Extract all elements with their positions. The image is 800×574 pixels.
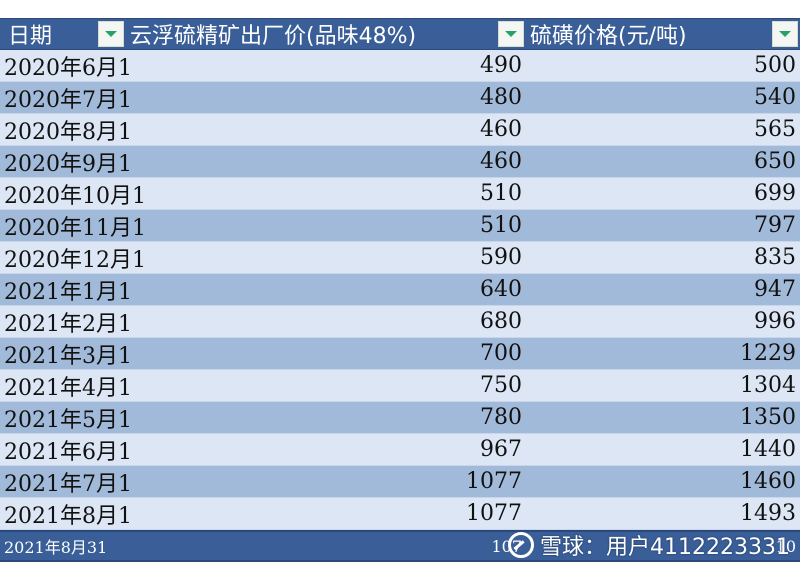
header-date[interactable]: 日期 — [0, 19, 126, 49]
header-sulfur-price[interactable]: 硫磺价格(元/吨) — [526, 19, 800, 49]
table-row[interactable]: 2021年4月1 750 1304 — [0, 370, 800, 402]
cell-date[interactable]: 2021年4月1 — [0, 370, 152, 401]
cell-date[interactable]: 2020年8月1 — [0, 114, 152, 145]
cell-sulfur-price[interactable]: 1350 — [526, 402, 800, 433]
cell-pyrite-price[interactable]: 510 — [152, 178, 526, 209]
header-pyrite-price[interactable]: 云浮硫精矿出厂价(品味48%) — [126, 19, 526, 49]
cell-pyrite-price[interactable]: 680 — [152, 306, 526, 337]
cell-pyrite-price[interactable]: 460 — [152, 146, 526, 177]
table-row[interactable]: 2020年10月1 510 699 — [0, 178, 800, 210]
dropdown-filter-icon[interactable] — [498, 21, 524, 47]
header-row: 日期 云浮硫精矿出厂价(品味48%) 硫磺价格(元/吨) — [0, 18, 800, 50]
table-row[interactable]: 2021年2月1 680 996 — [0, 306, 800, 338]
cell-sulfur-price[interactable]: 835 — [526, 242, 800, 273]
cell-pyrite-price[interactable]: 640 — [152, 274, 526, 305]
cell-pyrite-price[interactable]: 750 — [152, 370, 526, 401]
cell-date[interactable]: 2020年12月1 — [0, 242, 152, 273]
table-row[interactable]: 2021年1月1 640 947 — [0, 274, 800, 306]
table-row[interactable]: 2020年11月1 510 797 — [0, 210, 800, 242]
cell-date[interactable]: 2021年5月1 — [0, 402, 152, 433]
table-row[interactable]: 2021年7月1 1077 1460 — [0, 466, 800, 498]
dropdown-filter-icon[interactable] — [98, 21, 124, 47]
cell-sulfur-price[interactable]: 1493 — [526, 498, 800, 529]
table-row[interactable]: 2020年7月1 480 540 — [0, 82, 800, 114]
table-row[interactable]: 2021年3月1 700 1229 — [0, 338, 800, 370]
cell-sulfur-price[interactable]: 1304 — [526, 370, 800, 401]
cell-pyrite-price[interactable]: 780 — [152, 402, 526, 433]
cell-sulfur-price[interactable]: 500 — [526, 50, 800, 81]
table-row[interactable]: 2020年8月1 460 565 — [0, 114, 800, 146]
cell-sulfur-price[interactable]: 1229 — [526, 338, 800, 369]
cell-date[interactable]: 2021年8月1 — [0, 498, 152, 529]
cell-sulfur-price[interactable]: 540 — [526, 82, 800, 113]
cell-sulfur-price[interactable]: 650 — [526, 146, 800, 177]
cell-sulfur-price[interactable]: 1460 — [526, 466, 800, 497]
cell-pyrite-price[interactable]: 107 — [152, 532, 526, 560]
cell-pyrite-price[interactable]: 967 — [152, 434, 526, 465]
cell-pyrite-price[interactable]: 1077 — [152, 466, 526, 497]
cell-date[interactable]: 2021年8月31 — [0, 532, 152, 560]
table-row[interactable]: 2021年5月1 780 1350 — [0, 402, 800, 434]
cell-date[interactable]: 2020年11月1 — [0, 210, 152, 241]
cell-pyrite-price[interactable]: 460 — [152, 114, 526, 145]
cell-date[interactable]: 2021年1月1 — [0, 274, 152, 305]
table-row[interactable]: 2020年12月1 590 835 — [0, 242, 800, 274]
header-sulfur-label: 硫磺价格(元/吨) — [530, 24, 687, 49]
cell-date[interactable]: 2021年7月1 — [0, 466, 152, 497]
dropdown-filter-icon[interactable] — [772, 21, 798, 47]
spreadsheet-table: 日期 云浮硫精矿出厂价(品味48%) 硫磺价格(元/吨) 2020年6月1 490… — [0, 18, 800, 562]
cell-sulfur-price[interactable]: 1440 — [526, 434, 800, 465]
cell-date[interactable]: 2021年6月1 — [0, 434, 152, 465]
table-row[interactable]: 2021年6月1 967 1440 — [0, 434, 800, 466]
cell-sulfur-price[interactable]: 797 — [526, 210, 800, 241]
cell-date[interactable]: 2020年6月1 — [0, 50, 152, 81]
cell-date[interactable]: 2021年3月1 — [0, 338, 152, 369]
cell-pyrite-price[interactable]: 480 — [152, 82, 526, 113]
table-row[interactable]: 2020年9月1 460 650 — [0, 146, 800, 178]
cell-pyrite-price[interactable]: 1077 — [152, 498, 526, 529]
table-row[interactable]: 2020年6月1 490 500 — [0, 50, 800, 82]
cell-pyrite-price[interactable]: 590 — [152, 242, 526, 273]
header-pyrite-label: 云浮硫精矿出厂价(品味48%) — [130, 24, 417, 49]
cell-pyrite-price[interactable]: 510 — [152, 210, 526, 241]
watermark-text: 雪球：用户4112223331 — [540, 535, 790, 560]
cell-date[interactable]: 2020年9月1 — [0, 146, 152, 177]
cell-pyrite-price[interactable]: 700 — [152, 338, 526, 369]
watermark: 雪球：用户4112223331 — [508, 529, 790, 561]
xueqiu-logo-icon — [508, 532, 534, 558]
cell-sulfur-price[interactable]: 565 — [526, 114, 800, 145]
cell-date[interactable]: 2020年10月1 — [0, 178, 152, 209]
cell-sulfur-price[interactable]: 947 — [526, 274, 800, 305]
cell-sulfur-price[interactable]: 996 — [526, 306, 800, 337]
cell-pyrite-price[interactable]: 490 — [152, 50, 526, 81]
cell-date[interactable]: 2020年7月1 — [0, 82, 152, 113]
table-row[interactable]: 2021年8月1 1077 1493 — [0, 498, 800, 530]
cell-sulfur-price[interactable]: 699 — [526, 178, 800, 209]
cell-date[interactable]: 2021年2月1 — [0, 306, 152, 337]
